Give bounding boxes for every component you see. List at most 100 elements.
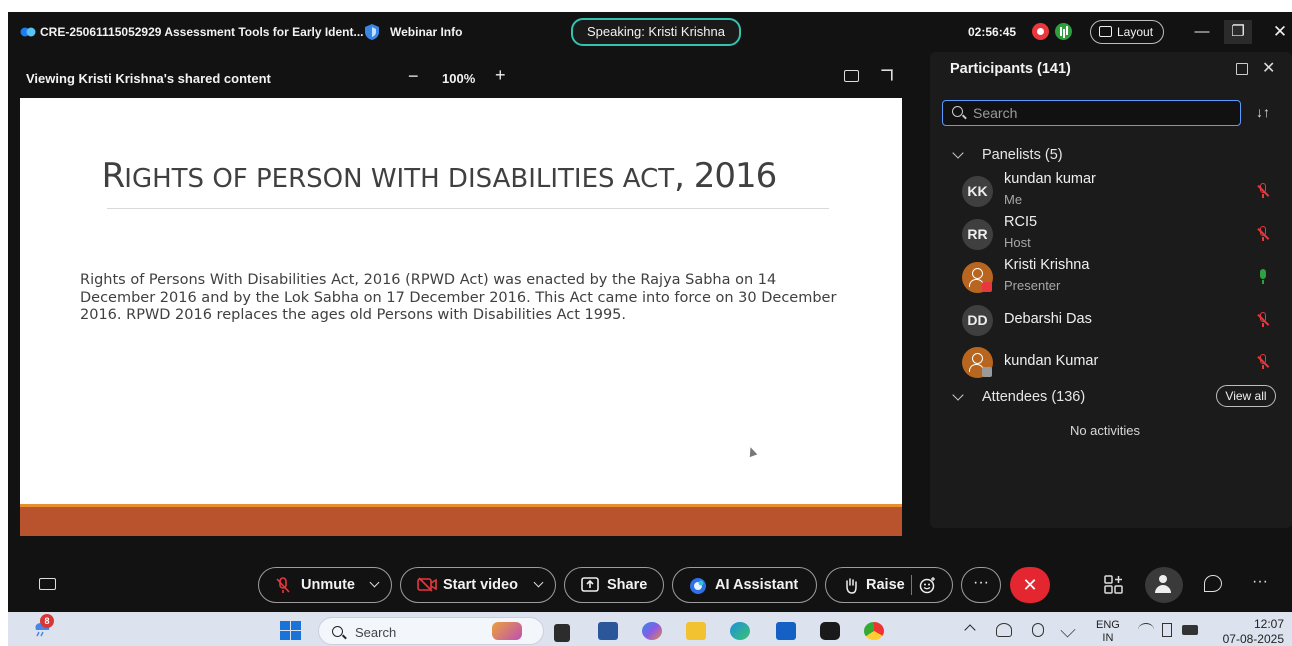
shield-icon[interactable] <box>364 23 380 41</box>
microphone-muted-icon[interactable] <box>1032 623 1044 637</box>
share-screen-icon <box>581 577 599 592</box>
viewing-shared-content-label: Viewing Kristi Krishna's shared content <box>26 71 271 86</box>
slide-title-initial: R <box>101 156 126 196</box>
zoom-in-button[interactable]: + <box>495 65 506 86</box>
layout-button[interactable]: Layout <box>1090 20 1164 44</box>
slide-title: RIGHTS OF PERSON WITH DISABILITIES ACT, … <box>20 156 858 196</box>
slide-footer-band <box>20 507 902 536</box>
fullscreen-icon[interactable] <box>881 69 893 81</box>
microphone-muted-icon[interactable] <box>1257 183 1270 199</box>
search-highlights-icon[interactable] <box>492 622 522 640</box>
onedrive-icon[interactable] <box>996 623 1012 637</box>
panelist-name: kundan Kumar <box>1004 353 1099 369</box>
avatar: RR <box>962 219 993 250</box>
share-button[interactable]: Share <box>564 567 664 603</box>
attendees-group-label: Attendees (136) <box>982 389 1086 405</box>
panelist-row[interactable]: KK kundan kumar Me <box>930 171 1292 213</box>
chrome-icon[interactable] <box>864 622 884 640</box>
chat-icon[interactable] <box>1204 575 1222 592</box>
participant-search-box[interactable] <box>942 100 1241 126</box>
chevron-down-icon <box>952 147 964 159</box>
show-hidden-icons-chevron-icon[interactable] <box>964 624 976 636</box>
webex-taskbar-icon[interactable] <box>820 622 840 640</box>
raise-label: Raise <box>866 577 905 593</box>
more-panels-button[interactable]: ··· <box>1252 573 1268 591</box>
chevron-down-icon[interactable] <box>369 577 380 588</box>
closed-captions-icon[interactable] <box>39 578 56 590</box>
close-window-button[interactable]: ✕ <box>1266 20 1292 44</box>
network-health-icon[interactable] <box>1055 23 1072 40</box>
device-badge-icon <box>982 367 992 377</box>
sort-icon[interactable]: ↓↑ <box>1256 104 1270 120</box>
volume-icon[interactable] <box>1162 623 1172 637</box>
pop-out-panel-icon[interactable] <box>1236 63 1248 75</box>
share-label: Share <box>607 577 648 593</box>
avatar <box>962 347 993 378</box>
panelist-row[interactable]: RR RCI5 Host <box>930 214 1292 256</box>
meeting-controls-bar: Unmute Start video Share AI Assistant Ra… <box>8 563 1292 607</box>
participant-search-input[interactable] <box>973 104 1233 122</box>
restore-window-button[interactable]: ❐ <box>1224 20 1252 44</box>
battery-icon[interactable] <box>1182 625 1198 635</box>
ai-assistant-button[interactable]: AI Assistant <box>672 567 817 603</box>
taskbar-search-label: Search <box>355 625 397 640</box>
microphone-muted-icon <box>276 577 290 593</box>
folder-icon[interactable] <box>686 622 706 640</box>
taskbar-clock-time[interactable]: 12:07 <box>1244 617 1284 631</box>
region-label: IN <box>1102 632 1114 644</box>
raise-hand-button[interactable]: Raise <box>825 567 953 603</box>
word-icon[interactable] <box>598 622 618 640</box>
more-options-button[interactable]: ··· <box>961 567 1001 603</box>
microphone-muted-icon[interactable] <box>1257 226 1270 242</box>
microphone-muted-icon[interactable] <box>1257 354 1270 370</box>
search-icon <box>952 106 963 117</box>
leave-meeting-button[interactable]: ✕ <box>1010 567 1050 603</box>
reactions-icon[interactable] <box>919 576 937 594</box>
microsoft-store-icon[interactable] <box>776 622 796 640</box>
panelist-row[interactable]: kundan Kumar <box>930 342 1292 384</box>
microphone-muted-icon[interactable] <box>1257 312 1270 328</box>
taskbar-clock-date[interactable]: 07-08-2025 <box>1208 632 1284 646</box>
shared-content-header: Viewing Kristi Krishna's shared content … <box>8 58 908 96</box>
panelist-name: Debarshi Das <box>1004 311 1092 327</box>
avatar: KK <box>962 176 993 207</box>
pop-out-share-icon[interactable] <box>844 70 859 82</box>
slide-body-text: Rights of Persons With Disabilities Act,… <box>80 272 837 323</box>
microphone-active-icon[interactable] <box>1258 269 1268 285</box>
meeting-title: CRE-25061115052929 Assessment Tools for … <box>40 25 364 39</box>
location-icon[interactable] <box>1060 622 1076 638</box>
panelist-name: RCI5 <box>1004 214 1038 230</box>
panelist-name: Kristi Krishna <box>1004 257 1090 273</box>
unmute-button[interactable]: Unmute <box>258 567 392 603</box>
edge-browser-icon[interactable] <box>730 622 750 640</box>
avatar <box>962 262 993 293</box>
webinar-info-link[interactable]: Webinar Info <box>390 25 462 39</box>
view-all-attendees-button[interactable]: View all <box>1216 385 1276 407</box>
zoom-level[interactable]: 100% <box>442 71 475 86</box>
zoom-out-button[interactable]: − <box>408 66 419 87</box>
participants-panel: Participants (141) ✕ ↓↑ Panelists (5) KK… <box>930 52 1292 528</box>
file-explorer-taskview-icon[interactable] <box>554 624 570 642</box>
participants-panel-button[interactable] <box>1145 567 1183 603</box>
apps-icon[interactable] <box>1104 575 1124 595</box>
chevron-down-icon[interactable] <box>533 577 544 588</box>
layout-icon <box>1099 26 1112 37</box>
input-language-indicator[interactable]: ENG IN <box>1096 619 1120 645</box>
start-video-button[interactable]: Start video <box>400 567 556 603</box>
slide-title-smallcaps: IGHTS OF PERSON WITH DISABILITIES ACT <box>124 164 675 194</box>
recording-icon[interactable] <box>1032 23 1049 40</box>
slide-title-year: , 2016 <box>674 156 777 196</box>
panelist-row[interactable]: DD Debarshi Das <box>930 300 1292 342</box>
copilot-icon[interactable] <box>642 622 662 640</box>
ai-assistant-label: AI Assistant <box>715 577 799 593</box>
slide-divider <box>107 208 829 209</box>
language-label: ENG <box>1096 619 1120 631</box>
title-bar: CRE-25061115052929 Assessment Tools for … <box>8 12 1292 52</box>
wifi-icon[interactable] <box>1138 623 1154 637</box>
panelist-name: kundan kumar <box>1004 171 1096 187</box>
panelist-row[interactable]: Kristi Krishna Presenter <box>930 257 1292 299</box>
panelist-role: Presenter <box>1004 278 1061 293</box>
close-panel-button[interactable]: ✕ <box>1262 58 1275 78</box>
minimize-window-button[interactable]: — <box>1188 20 1216 44</box>
windows-start-button[interactable] <box>280 621 302 641</box>
